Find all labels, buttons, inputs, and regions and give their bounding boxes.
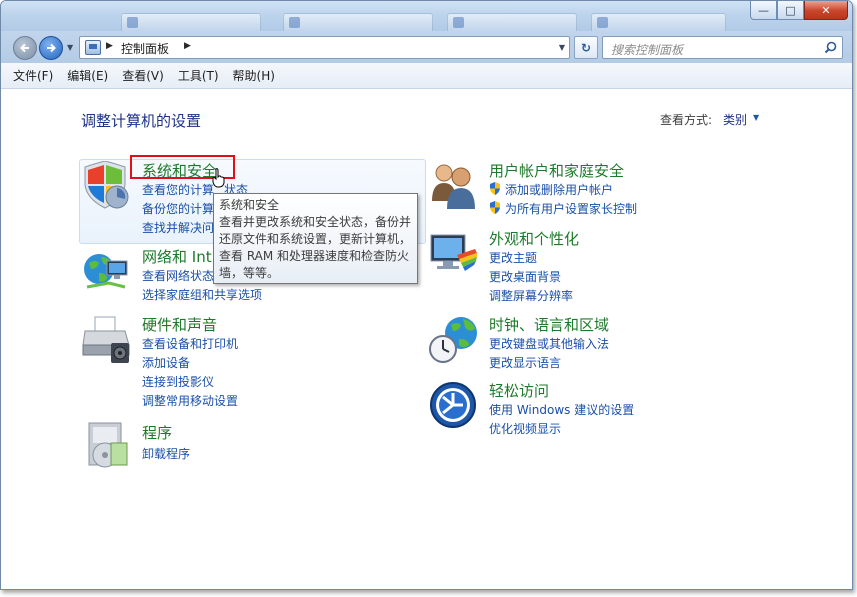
link-backup-computer[interactable]: 备份您的计算 (142, 200, 214, 217)
link-mobility-settings[interactable]: 调整常用移动设置 (142, 392, 238, 409)
forward-button[interactable] (39, 36, 63, 60)
address-dropdown-icon[interactable]: ▼ (559, 43, 565, 52)
menu-bar: 文件(F) 编辑(E) 查看(V) 工具(T) 帮助(H) (1, 63, 852, 89)
hand-cursor-icon (212, 168, 225, 188)
link-network-status[interactable]: 查看网络状态 (142, 267, 214, 284)
minimize-button[interactable]: — (750, 1, 777, 20)
link-homegroup-sharing[interactable]: 选择家庭组和共享选项 (142, 286, 262, 303)
printer-icon[interactable] (81, 315, 131, 363)
uac-shield-icon (490, 182, 500, 195)
search-box[interactable]: 搜索控制面板 (602, 36, 843, 59)
link-troubleshoot[interactable]: 查找并解决问 (142, 219, 214, 236)
category-title-programs[interactable]: 程序 (142, 422, 172, 443)
page-title: 调整计算机的设置 (81, 112, 202, 130)
breadcrumb-control-panel[interactable]: 控制面板 (121, 40, 169, 57)
shield-icon[interactable] (81, 161, 131, 209)
menu-tools[interactable]: 工具(T) (178, 67, 219, 84)
link-optimize-display[interactable]: 优化视频显示 (489, 420, 561, 437)
close-button[interactable]: ✕ (804, 1, 848, 20)
control-panel-window: — □ ✕ ▼ ▶ 控制面板 ▶ ▼ ↻ 搜索控制面板 文件(F) 编辑(E) … (0, 0, 853, 590)
view-by-dropdown[interactable]: 类别 (723, 111, 747, 128)
network-icon[interactable] (81, 247, 131, 295)
back-arrow-icon (20, 43, 29, 53)
link-change-display-language[interactable]: 更改显示语言 (489, 354, 561, 371)
breadcrumb-arrow-icon[interactable]: ▶ (184, 41, 191, 51)
caption-buttons: — □ ✕ (750, 1, 848, 20)
content-area: 调整计算机的设置 查看方式: 类别 ▼ 系统和安全 查看您的计算 状态 备份您的计… (1, 89, 852, 589)
link-windows-suggested-settings[interactable]: 使用 Windows 建议的设置 (489, 401, 634, 418)
tooltip-title: 系统和安全 (219, 198, 280, 212)
background-window-tab[interactable] (283, 13, 433, 31)
category-title-hardware-sound[interactable]: 硬件和声音 (142, 314, 217, 335)
clock-globe-icon[interactable] (429, 315, 479, 363)
link-change-theme[interactable]: 更改主题 (489, 249, 537, 266)
tooltip-line: 查看 RAM 和处理器速度和检查防火 (219, 249, 410, 263)
tooltip-line: 墙，等等。 (219, 266, 280, 280)
ease-of-access-icon[interactable] (429, 381, 479, 429)
menu-view[interactable]: 查看(V) (122, 67, 164, 84)
breadcrumb-arrow-icon[interactable]: ▶ (106, 41, 113, 51)
link-parental-controls[interactable]: 为所有用户设置家长控制 (505, 200, 637, 217)
view-by-label: 查看方式: (660, 113, 713, 127)
recent-pages-dropdown-icon[interactable]: ▼ (67, 43, 73, 52)
monitor-icon[interactable] (429, 229, 479, 277)
title-bar[interactable]: — □ ✕ (1, 1, 852, 31)
category-title-clock-language-region[interactable]: 时钟、语言和区域 (489, 314, 609, 335)
forward-arrow-icon (47, 43, 56, 53)
category-title-user-accounts[interactable]: 用户帐户和家庭安全 (489, 160, 624, 181)
app-icon (453, 17, 464, 28)
menu-help[interactable]: 帮助(H) (233, 67, 275, 84)
link-connect-projector[interactable]: 连接到投影仪 (142, 373, 214, 390)
link-screen-resolution[interactable]: 调整屏幕分辨率 (489, 287, 573, 304)
maximize-button[interactable]: □ (777, 1, 804, 20)
back-button[interactable] (13, 36, 37, 60)
category-title-network-internet[interactable]: 网络和 Int (142, 246, 212, 267)
search-icon[interactable] (824, 41, 837, 54)
app-icon (597, 17, 608, 28)
link-add-device[interactable]: 添加设备 (142, 354, 190, 371)
menu-edit[interactable]: 编辑(E) (67, 67, 108, 84)
category-title-ease-of-access[interactable]: 轻松访问 (489, 380, 549, 401)
tooltip-line: 还原文件和系统设置，更新计算机， (219, 232, 412, 246)
link-desktop-background[interactable]: 更改桌面背景 (489, 268, 561, 285)
category-title-appearance[interactable]: 外观和个性化 (489, 228, 579, 249)
users-icon[interactable] (429, 161, 479, 209)
programs-icon[interactable] (81, 421, 131, 469)
navigation-bar: ▼ ▶ 控制面板 ▶ ▼ ↻ 搜索控制面板 (1, 31, 852, 63)
chevron-down-icon[interactable]: ▼ (753, 113, 759, 122)
tooltip-line: 查看并更改系统和安全状态，备份并 (219, 215, 412, 229)
uac-shield-icon (490, 201, 500, 214)
link-devices-printers[interactable]: 查看设备和打印机 (142, 335, 238, 352)
address-bar[interactable]: ▶ 控制面板 ▶ ▼ (79, 36, 570, 59)
search-input[interactable]: 搜索控制面板 (611, 41, 683, 58)
tooltip: 系统和安全 查看并更改系统和安全状态，备份并 还原文件和系统设置，更新计算机， … (213, 193, 418, 284)
link-uninstall-program[interactable]: 卸载程序 (142, 445, 190, 462)
control-panel-icon (85, 40, 101, 55)
link-change-input-methods[interactable]: 更改键盘或其他输入法 (489, 335, 609, 352)
refresh-button[interactable]: ↻ (574, 36, 598, 59)
background-window-tab[interactable] (447, 13, 577, 31)
app-icon (127, 17, 138, 28)
background-window-tab[interactable] (591, 13, 726, 31)
app-icon (289, 17, 300, 28)
menu-file[interactable]: 文件(F) (13, 67, 53, 84)
link-add-remove-accounts[interactable]: 添加或删除用户帐户 (505, 181, 613, 198)
background-window-tab[interactable] (121, 13, 261, 31)
